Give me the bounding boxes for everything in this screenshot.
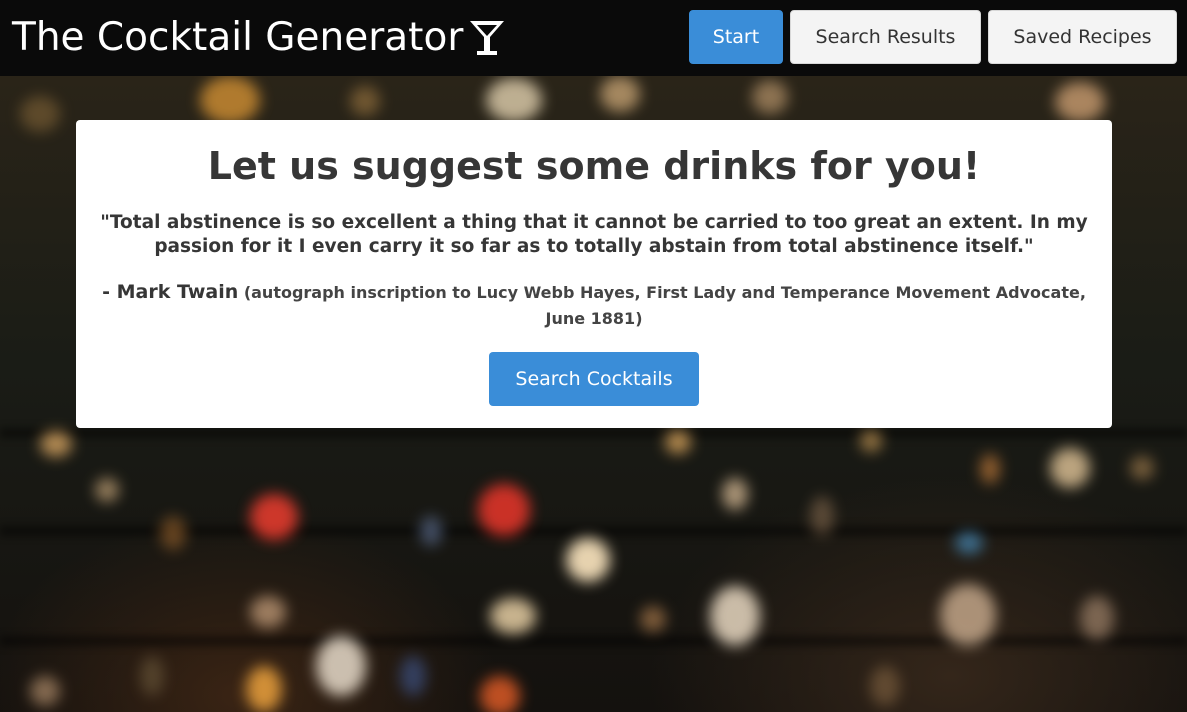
brand-title: The Cocktail Generator: [12, 15, 464, 60]
hero-card: Let us suggest some drinks for you! "Tot…: [76, 120, 1112, 428]
search-cocktails-button[interactable]: Search Cocktails: [489, 352, 699, 406]
top-navbar: The Cocktail Generator Start Search Resu…: [0, 0, 1187, 76]
quote-attribution: - Mark Twain (autograph inscription to L…: [96, 279, 1092, 332]
search-results-button[interactable]: Search Results: [790, 10, 981, 64]
start-button[interactable]: Start: [689, 10, 783, 64]
cocktail-glass-icon: [467, 17, 507, 59]
brand[interactable]: The Cocktail Generator: [12, 13, 507, 63]
hero-title: Let us suggest some drinks for you!: [207, 144, 981, 188]
quote-author: - Mark Twain: [102, 281, 239, 303]
saved-recipes-button[interactable]: Saved Recipes: [988, 10, 1177, 64]
quote-text: "Total abstinence is so excellent a thin…: [100, 212, 1088, 257]
quote-source: (autograph inscription to Lucy Webb Haye…: [243, 283, 1086, 328]
